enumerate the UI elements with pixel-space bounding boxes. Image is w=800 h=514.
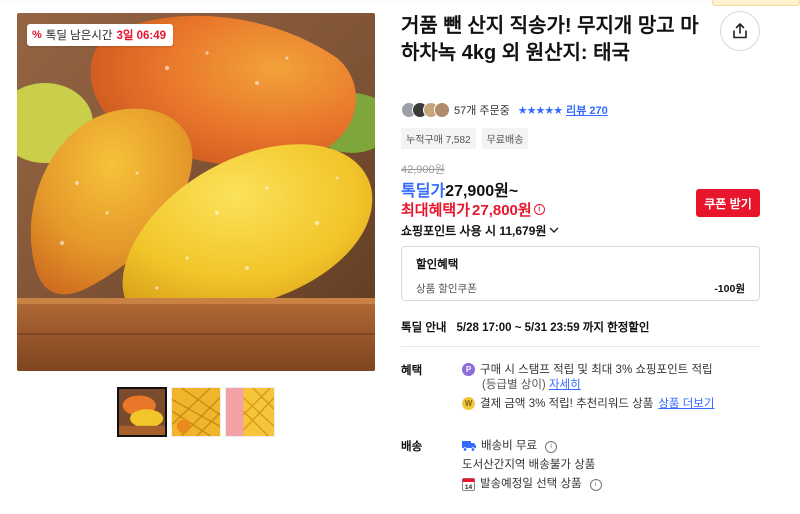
thumbnail-2[interactable] xyxy=(171,387,221,437)
chevron-down-icon xyxy=(549,227,559,233)
deal-price-label: 톡딜가 xyxy=(401,183,446,200)
shipping-fee-line: 배송비 무료 i xyxy=(462,438,558,454)
tag-free-shipping: 무료배송 xyxy=(481,128,529,149)
benefit-stamp-line: P 구매 시 스탬프 적립 및 최대 3% 쇼핑포인트 적립 xyxy=(462,362,713,378)
deal-timer-badge: % 톡딜 남은시간 3일 06:49 xyxy=(27,24,174,46)
corner-tab[interactable] xyxy=(712,0,800,6)
order-review-row: 57개 주문중 ★★★★★ 리뷰 270 xyxy=(401,101,608,119)
benefit-stamp-text: 구매 시 스탬프 적립 및 최대 3% 쇼핑포인트 적립 xyxy=(480,364,713,376)
benefit-grade-text: (등급별 상이) xyxy=(482,379,546,391)
calendar-icon: 14 xyxy=(462,478,475,491)
points-dropdown[interactable]: 쇼핑포인트 사용 시 11,679원 xyxy=(401,222,559,239)
max-benefit-price[interactable]: 최대혜택가 27,800원 i xyxy=(401,199,545,220)
thumbnail-3[interactable] xyxy=(225,387,275,437)
discount-row: 상품 할인쿠폰 -100원 xyxy=(416,281,745,296)
deal-price-value: 27,900원~ xyxy=(445,183,519,200)
shipping-fee-text: 배송비 무료 xyxy=(481,440,538,452)
more-products-link[interactable]: 상품 더보기 xyxy=(658,396,714,412)
benefit-stamp-sub: (등급별 상이) 자세히 xyxy=(482,377,581,393)
points-text: 쇼핑포인트 사용 시 11,679원 xyxy=(401,224,547,238)
share-button[interactable] xyxy=(720,11,760,51)
info-icon[interactable]: i xyxy=(533,204,545,215)
thumbnail-1[interactable] xyxy=(117,387,167,437)
divider xyxy=(401,346,760,347)
review-link[interactable]: 리뷰 270 xyxy=(566,102,608,118)
max-price-value: 27,800원 xyxy=(472,202,532,219)
shipping-schedule-line: 14 발송예정일 선택 상품 i xyxy=(462,476,602,492)
percent-icon: % xyxy=(32,29,42,41)
info-icon[interactable]: i xyxy=(589,479,602,491)
shipping-schedule-text: 발송예정일 선택 상품 xyxy=(480,478,582,490)
orders-count: 57개 주문중 xyxy=(454,105,510,117)
deal-info-label: 톡딜 안내 xyxy=(401,322,447,334)
rating-stars: ★★★★★ xyxy=(517,104,563,117)
benefit-reward-text: 결제 금액 3% 적립! 추천리워드 상품 xyxy=(480,398,654,410)
share-icon xyxy=(733,23,747,39)
discount-header: 할인혜택 xyxy=(416,259,459,271)
shipping-label: 배송 xyxy=(401,441,423,453)
badge-time: 3일 06:49 xyxy=(116,30,167,42)
details-link[interactable]: 자세히 xyxy=(549,379,581,391)
discount-amount: -100원 xyxy=(714,283,745,295)
info-icon[interactable]: i xyxy=(545,441,558,453)
benefit-reward-line: W 결제 금액 3% 적립! 추천리워드 상품 상품 더보기 xyxy=(462,396,714,412)
max-price-label: 최대혜택가 xyxy=(401,202,471,219)
coupon-button[interactable]: 쿠폰 받기 xyxy=(696,189,760,217)
thumbnail-strip xyxy=(117,387,275,437)
badge-label: 톡딜 남은시간 xyxy=(45,30,113,42)
svg-text:14: 14 xyxy=(465,484,473,491)
main-product-image[interactable]: % 톡딜 남은시간 3일 06:49 xyxy=(17,13,375,371)
discount-box: 할인혜택 상품 할인쿠폰 -100원 xyxy=(401,246,760,301)
product-title: 거품 뺀 산지 직송가! 무지개 망고 마하차녹 4kg 외 원산지: 태국 xyxy=(401,15,699,64)
coin-icon: W xyxy=(462,397,475,410)
benefits-label: 혜택 xyxy=(401,365,423,377)
shipping-restriction-text: 도서산간지역 배송불가 상품 xyxy=(462,459,596,471)
tag-cumulative-purchases: 누적구매 7,582 xyxy=(401,128,476,149)
top-strip xyxy=(0,0,800,3)
deal-price: 톡딜가27,900원~ xyxy=(401,177,518,201)
truck-icon xyxy=(462,441,476,452)
original-price: 42,900원 xyxy=(401,164,445,176)
deal-info-period: 5/28 17:00 ~ 5/31 23:59 까지 한정할인 xyxy=(456,322,650,334)
p-point-icon: P xyxy=(462,363,475,376)
avatar xyxy=(434,102,450,118)
tag-list: 누적구매 7,582 무료배송 xyxy=(401,128,529,149)
deal-info-row: 톡딜 안내 5/28 17:00 ~ 5/31 23:59 까지 한정할인 xyxy=(401,319,649,335)
shipping-restriction-line: 도서산간지역 배송불가 상품 xyxy=(462,457,595,473)
buyer-avatars xyxy=(401,102,450,118)
discount-item: 상품 할인쿠폰 xyxy=(416,283,477,295)
